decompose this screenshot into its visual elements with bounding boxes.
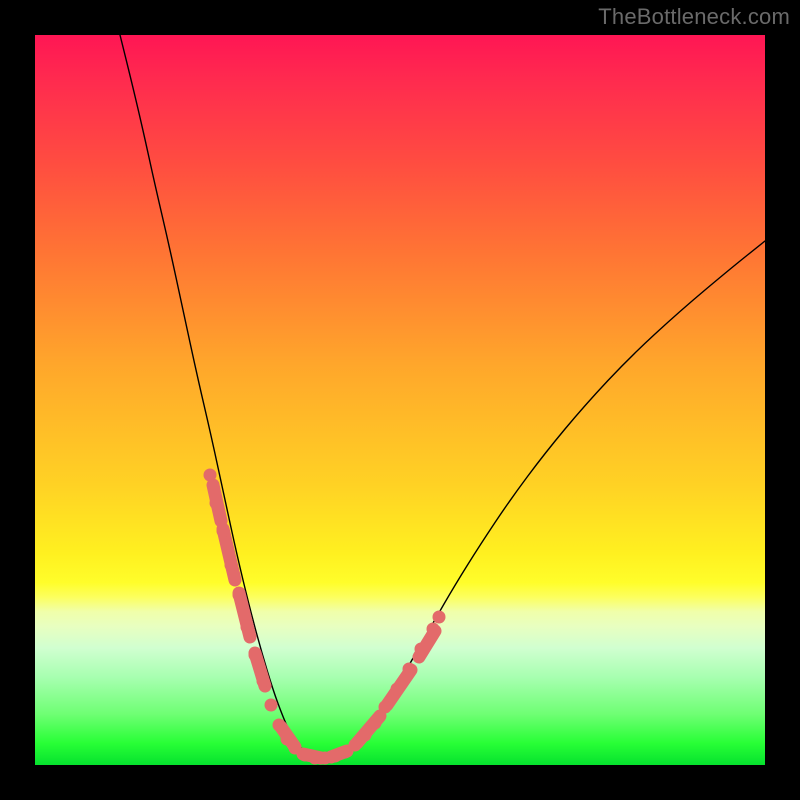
highlight-dot	[415, 643, 428, 656]
highlight-dot	[210, 497, 223, 510]
v-curve-line	[120, 35, 765, 758]
highlight-dot	[265, 699, 278, 712]
highlight-dot	[257, 675, 270, 688]
chart-overlay	[35, 35, 765, 765]
highlight-dot	[217, 525, 230, 538]
highlight-dot	[233, 589, 246, 602]
highlight-dot	[359, 729, 372, 742]
highlight-dot	[433, 611, 446, 624]
highlight-dot	[427, 623, 440, 636]
plot-area	[35, 35, 765, 765]
highlight-dot	[349, 739, 362, 752]
highlight-dot	[249, 649, 262, 662]
highlight-dot	[225, 559, 238, 572]
highlight-dot	[241, 621, 254, 634]
highlight-dot	[379, 701, 392, 714]
highlight-dot	[204, 469, 217, 482]
highlight-dot	[403, 663, 416, 676]
highlight-dot	[273, 719, 286, 732]
highlight-dot	[391, 683, 404, 696]
watermark-label: TheBottleneck.com	[598, 4, 790, 30]
chart-container: TheBottleneck.com	[0, 0, 800, 800]
highlight-dot	[369, 717, 382, 730]
